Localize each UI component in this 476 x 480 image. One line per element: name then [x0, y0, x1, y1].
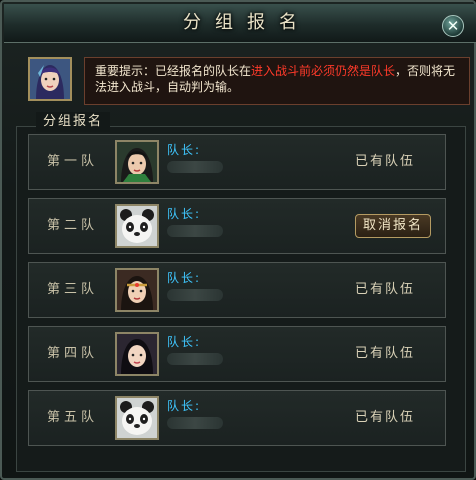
team-name: 第五队	[47, 410, 99, 425]
team-row: 第一队 队长: 已有队伍	[28, 134, 446, 190]
female-warrior-headband-icon	[115, 268, 159, 312]
captain-label: 队长:	[167, 271, 202, 285]
female-warrior-black-hair-icon	[115, 332, 159, 376]
team-row: 第二队 队长: 取消报名	[28, 198, 446, 254]
team-status: 已有队伍	[355, 154, 416, 169]
team-signup-window: 分组报名 ✕ 重要提示：已经报名的队长在进入战斗前必须仍然是队长，否则将无法进入…	[0, 0, 476, 480]
captain-name-hidden	[167, 289, 223, 301]
advisor-portrait-icon	[28, 57, 72, 101]
cancel-signup-button[interactable]: 取消报名	[355, 214, 431, 238]
panda-icon	[115, 204, 159, 248]
captain-name-hidden	[167, 353, 223, 365]
window-title: 分组报名	[183, 12, 311, 33]
team-name: 第二队	[47, 218, 99, 233]
panda-icon	[115, 396, 159, 440]
notice-prefix: 重要提示：已经报名的队长在	[95, 64, 252, 78]
captain-name-hidden	[167, 225, 223, 237]
team-status: 已有队伍	[355, 282, 416, 297]
important-notice: 重要提示：已经报名的队长在进入战斗前必须仍然是队长，否则将无法进入战斗，自动判为…	[84, 57, 470, 105]
team-row: 第三队 队长: 已有队伍	[28, 262, 446, 318]
captain-name-hidden	[167, 161, 223, 173]
captain-label: 队长:	[167, 143, 202, 157]
close-icon[interactable]: ✕	[442, 15, 464, 37]
captain-name-hidden	[167, 417, 223, 429]
captain-label: 队长:	[167, 207, 202, 221]
captain-label: 队长:	[167, 335, 202, 349]
team-row: 第四队 队长: 已有队伍	[28, 326, 446, 382]
captain-label: 队长:	[167, 399, 202, 413]
team-name: 第三队	[47, 282, 99, 297]
notice-highlight: 进入战斗前必须仍然是队长	[251, 64, 396, 78]
team-name: 第四队	[47, 346, 99, 361]
team-name: 第一队	[47, 154, 99, 169]
female-warrior-green-icon	[115, 140, 159, 184]
team-row: 第五队 队长: 已有队伍	[28, 390, 446, 446]
group-section-title: 分组报名	[36, 112, 110, 132]
team-status: 已有队伍	[355, 410, 416, 425]
team-status: 已有队伍	[355, 346, 416, 361]
